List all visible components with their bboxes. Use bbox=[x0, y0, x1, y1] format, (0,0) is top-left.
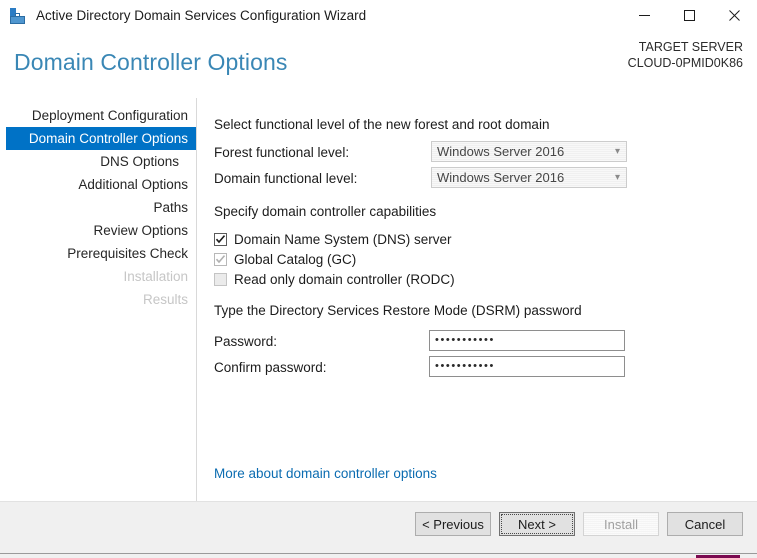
nav-item-prerequisites-check[interactable]: Prerequisites Check bbox=[6, 242, 196, 265]
nav-item-dns-options[interactable]: DNS Options bbox=[6, 150, 196, 173]
checkbox-dns-server-row[interactable]: Domain Name System (DNS) server bbox=[214, 230, 452, 248]
window-title: Active Directory Domain Services Configu… bbox=[36, 8, 367, 23]
background-window-edge bbox=[0, 553, 757, 558]
domain-functional-level-value: Windows Server 2016 bbox=[437, 170, 565, 185]
capabilities-heading: Specify domain controller capabilities bbox=[214, 204, 437, 219]
confirm-password-input[interactable]: ••••••••••• bbox=[429, 356, 625, 377]
main-pane: Select functional level of the new fores… bbox=[198, 98, 757, 501]
footer-bar: < Previous Next > Install Cancel bbox=[0, 501, 757, 556]
nav-item-additional-options[interactable]: Additional Options bbox=[6, 173, 196, 196]
forest-functional-level-select[interactable]: Windows Server 2016 ▾ bbox=[431, 141, 627, 162]
confirm-password-value: ••••••••••• bbox=[435, 360, 495, 372]
nav-item-installation: Installation bbox=[123, 269, 188, 284]
close-icon[interactable] bbox=[712, 0, 757, 31]
target-server-label: TARGET SERVER bbox=[638, 40, 743, 54]
title-bar: Active Directory Domain Services Configu… bbox=[0, 0, 757, 31]
password-label: Password: bbox=[214, 334, 278, 349]
nav-item-deployment-configuration[interactable]: Deployment Configuration bbox=[6, 104, 196, 127]
forest-functional-level-value: Windows Server 2016 bbox=[437, 144, 565, 159]
checkbox-rodc-row: Read only domain controller (RODC) bbox=[214, 270, 455, 288]
more-about-domain-controller-options-link[interactable]: More about domain controller options bbox=[214, 466, 437, 481]
nav-item-paths[interactable]: Paths bbox=[6, 196, 196, 219]
nav-item-results: Results bbox=[142, 292, 188, 307]
target-server-name: CLOUD-0PMID0K86 bbox=[627, 56, 743, 70]
maximize-icon[interactable] bbox=[667, 0, 712, 31]
checkbox-global-catalog bbox=[214, 252, 227, 266]
functional-level-heading: Select functional level of the new fores… bbox=[214, 117, 550, 132]
target-server-block: TARGET SERVER CLOUD-0PMID0K86 bbox=[628, 39, 743, 71]
domain-functional-level-select[interactable]: Windows Server 2016 ▾ bbox=[431, 167, 627, 188]
checkbox-dns-server-label: Domain Name System (DNS) server bbox=[234, 231, 452, 247]
wizard-nav: Deployment Configuration Domain Controll… bbox=[0, 98, 197, 501]
nav-item-review-options[interactable]: Review Options bbox=[6, 219, 196, 242]
checkbox-dns-server[interactable] bbox=[214, 232, 227, 246]
next-button[interactable]: Next > bbox=[499, 512, 575, 536]
previous-button[interactable]: < Previous bbox=[415, 512, 491, 536]
install-button: Install bbox=[583, 512, 659, 536]
page-title: Domain Controller Options bbox=[14, 49, 288, 75]
checkbox-rodc bbox=[214, 272, 227, 286]
ad-server-icon bbox=[9, 7, 27, 25]
forest-functional-level-label: Forest functional level: bbox=[214, 145, 350, 160]
window-controls bbox=[622, 0, 757, 31]
checkbox-rodc-label: Read only domain controller (RODC) bbox=[234, 271, 455, 287]
checkbox-global-catalog-label: Global Catalog (GC) bbox=[234, 251, 357, 267]
wizard-window: Active Directory Domain Services Configu… bbox=[0, 0, 757, 558]
checkbox-global-catalog-row: Global Catalog (GC) bbox=[214, 250, 356, 268]
nav-item-domain-controller-options[interactable]: Domain Controller Options bbox=[6, 127, 196, 150]
domain-functional-level-label: Domain functional level: bbox=[214, 171, 358, 186]
chevron-down-icon: ▾ bbox=[614, 145, 621, 157]
dsrm-heading: Type the Directory Services Restore Mode… bbox=[214, 303, 582, 318]
page-header: Domain Controller Options TARGET SERVER … bbox=[0, 31, 757, 98]
password-value: ••••••••••• bbox=[435, 334, 495, 346]
confirm-password-label: Confirm password: bbox=[214, 360, 327, 375]
cancel-button[interactable]: Cancel bbox=[667, 512, 743, 536]
minimize-icon[interactable] bbox=[622, 0, 667, 31]
password-input[interactable]: ••••••••••• bbox=[429, 330, 625, 351]
chevron-down-icon: ▾ bbox=[614, 171, 621, 183]
footer-button-row: < Previous Next > Install Cancel bbox=[415, 512, 743, 536]
body-area: Deployment Configuration Domain Controll… bbox=[0, 98, 757, 501]
